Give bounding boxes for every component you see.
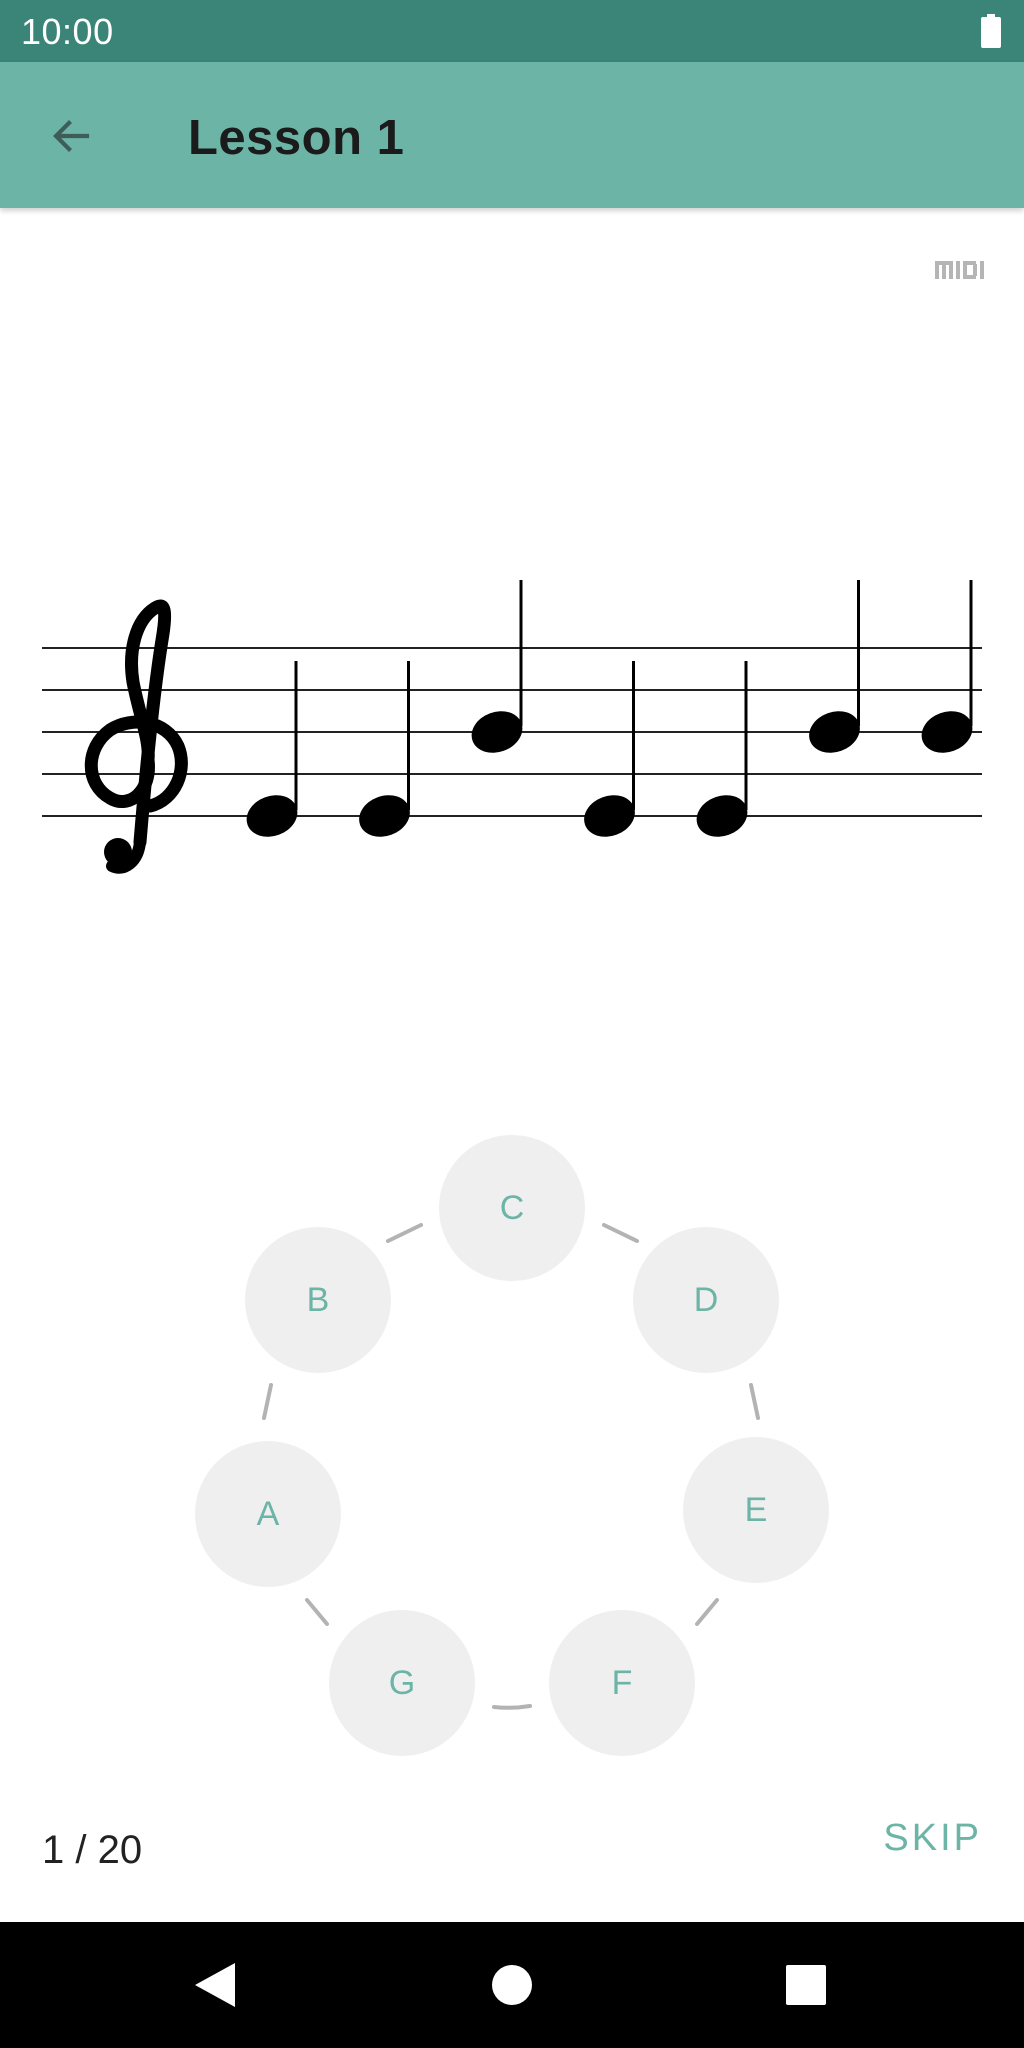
note-e: [696, 661, 748, 837]
recents-icon: [786, 1965, 826, 2005]
music-staff: [42, 580, 982, 874]
status-bar: 10:00: [0, 0, 1024, 62]
note-button-d[interactable]: D: [633, 1227, 779, 1373]
skip-button[interactable]: SKIP: [883, 1814, 982, 1862]
system-nav-bar: [0, 1922, 1024, 2048]
note-head: [921, 711, 973, 753]
nav-back-button[interactable]: [182, 1952, 248, 2018]
nav-home-button[interactable]: [479, 1952, 545, 2018]
app-bar: Lesson 1: [0, 62, 1024, 208]
note-e: [359, 661, 410, 837]
home-icon: [492, 1965, 532, 2005]
status-time: 10:00: [21, 11, 114, 52]
note-b: [471, 580, 523, 753]
note-head: [471, 711, 523, 753]
midi-icon[interactable]: [935, 258, 989, 282]
arrow-back-icon: [53, 120, 90, 152]
nav-recents-button[interactable]: [773, 1952, 839, 2018]
note-button-e[interactable]: E: [683, 1437, 829, 1583]
note-b: [809, 580, 860, 753]
note-head: [584, 795, 635, 837]
note-button-a[interactable]: A: [195, 1441, 341, 1587]
note-button-f[interactable]: F: [549, 1610, 695, 1756]
back-icon: [195, 1963, 235, 2007]
progress-counter: 1 / 20: [42, 1828, 143, 1872]
note-head: [246, 795, 298, 837]
note-head: [359, 795, 410, 837]
page-title: Lesson 1: [188, 111, 405, 165]
note-e: [246, 661, 298, 837]
note-button-b[interactable]: B: [245, 1227, 391, 1373]
note-head: [809, 711, 860, 753]
back-button[interactable]: [31, 100, 111, 172]
battery-icon: [981, 14, 1001, 48]
note-b: [921, 580, 973, 753]
treble-clef-icon: [84, 599, 188, 874]
note-head: [696, 795, 748, 837]
note-e: [584, 661, 635, 837]
note-button-g[interactable]: G: [329, 1610, 475, 1756]
note-button-c[interactable]: C: [439, 1135, 585, 1281]
